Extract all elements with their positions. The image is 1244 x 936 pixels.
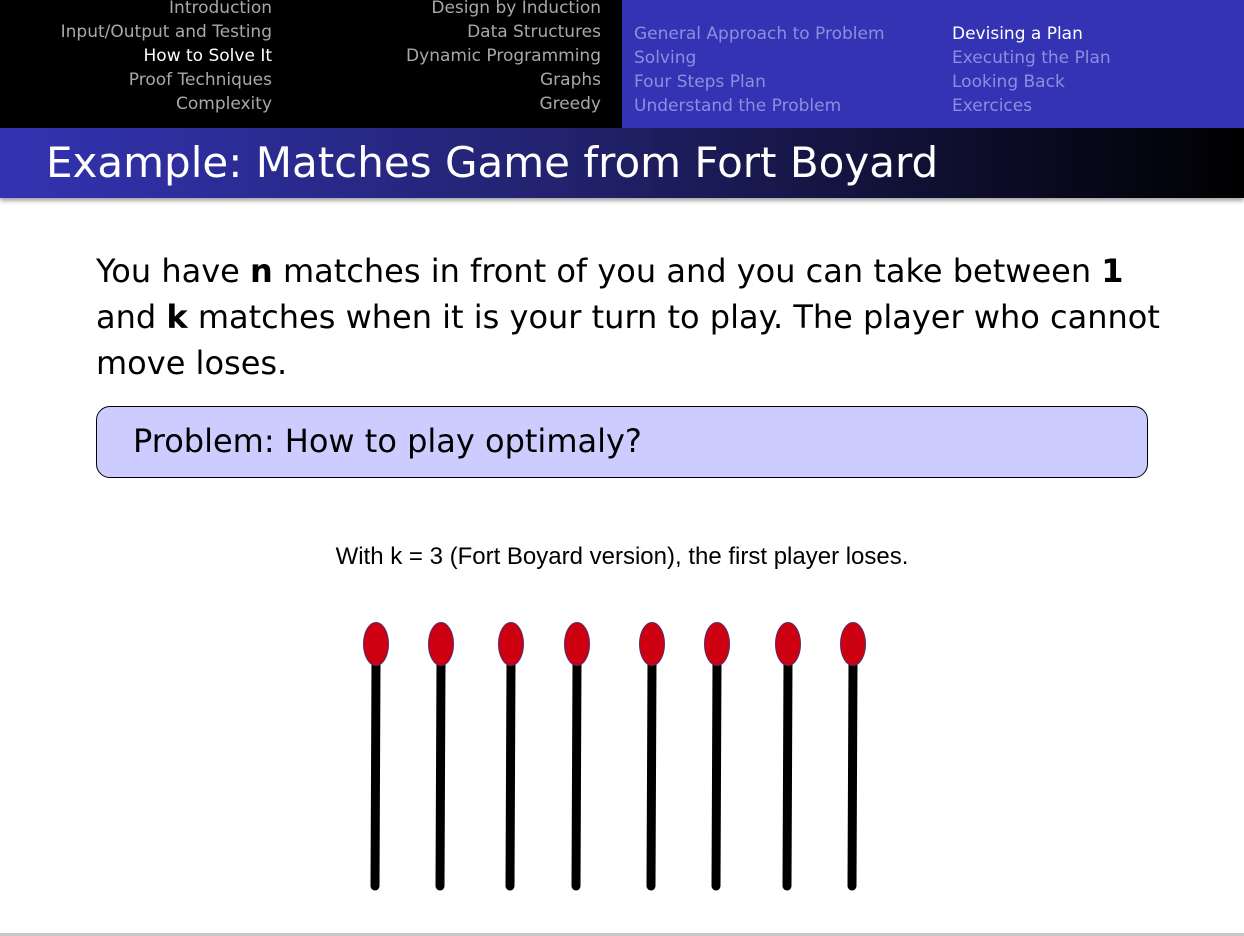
nav-section-proof-techniques[interactable]: Proof Techniques xyxy=(129,68,272,92)
description-text-3: and xyxy=(96,298,167,336)
nav-subsection-general-approach-line1[interactable]: General Approach to Problem xyxy=(634,22,885,46)
frame-title: Example: Matches Game from Fort Boyard xyxy=(46,138,939,187)
match-head xyxy=(498,622,524,666)
nav-section-data-structures[interactable]: Data Structures xyxy=(467,20,601,44)
matches-illustration xyxy=(363,622,866,891)
nav-section-complexity[interactable]: Complexity xyxy=(176,92,272,116)
subsections-column-1: General Approach to Problem Solving Four… xyxy=(634,22,885,118)
frame-title-bar: Example: Matches Game from Fort Boyard xyxy=(0,128,1244,198)
match-stick xyxy=(370,657,381,891)
match xyxy=(775,622,801,891)
problem-description: You have n matches in front of you and y… xyxy=(96,248,1166,386)
nav-subsection-looking-back[interactable]: Looking Back xyxy=(952,70,1065,94)
match-stick xyxy=(646,657,657,891)
match xyxy=(564,622,590,891)
match xyxy=(639,622,665,891)
nav-section-dynamic-programming[interactable]: Dynamic Programming xyxy=(406,44,601,68)
nav-subsection-executing-plan[interactable]: Executing the Plan xyxy=(952,46,1111,70)
nav-subsection-general-approach-line2[interactable]: Solving xyxy=(634,46,696,70)
sections-column-2: Design by Induction Data Structures Dyna… xyxy=(406,0,601,116)
description-text-2: matches in front of you and you can take… xyxy=(272,252,1102,290)
match xyxy=(363,622,389,891)
nav-subsection-four-steps-plan[interactable]: Four Steps Plan xyxy=(634,70,766,94)
problem-statement: Problem: How to play optimaly? xyxy=(133,422,642,460)
match xyxy=(428,622,454,891)
match-stick xyxy=(711,657,722,891)
description-text-1: You have xyxy=(96,252,251,290)
match-head xyxy=(704,622,730,666)
match-stick xyxy=(847,657,858,891)
match-head xyxy=(564,622,590,666)
match-head xyxy=(428,622,454,666)
nav-subsection-understand-problem[interactable]: Understand the Problem xyxy=(634,94,841,118)
problem-block: Problem: How to play optimaly? xyxy=(96,406,1148,478)
nav-section-how-to-solve-it[interactable]: How to Solve It xyxy=(144,44,272,68)
variable-k: k xyxy=(166,298,188,336)
nav-section-input-output-testing[interactable]: Input/Output and Testing xyxy=(61,20,272,44)
match-head xyxy=(840,622,866,666)
nav-subsection-exercices[interactable]: Exercices xyxy=(952,94,1032,118)
match xyxy=(498,622,524,891)
nav-section-introduction[interactable]: Introduction xyxy=(169,0,272,20)
match xyxy=(704,622,730,891)
section-navigation-bar: Introduction Input/Output and Testing Ho… xyxy=(0,0,1244,128)
description-text-4: matches when it is your turn to play. Th… xyxy=(96,298,1160,382)
match-stick xyxy=(435,657,446,891)
nav-section-greedy[interactable]: Greedy xyxy=(539,92,601,116)
match xyxy=(840,622,866,891)
sections-column-1: Introduction Input/Output and Testing Ho… xyxy=(61,0,272,116)
subsections-column-2: Devising a Plan Executing the Plan Looki… xyxy=(952,22,1111,118)
figure-caption: With k = 3 (Fort Boyard version), the fi… xyxy=(335,543,909,570)
match-stick xyxy=(571,657,582,891)
nav-section-graphs[interactable]: Graphs xyxy=(540,68,601,92)
match-head xyxy=(775,622,801,666)
nav-subsection-devising-plan[interactable]: Devising a Plan xyxy=(952,22,1083,46)
match-head xyxy=(363,622,389,666)
nav-section-design-by-induction[interactable]: Design by Induction xyxy=(431,0,601,20)
match-stick xyxy=(782,657,793,891)
variable-n: n xyxy=(250,252,273,290)
match-head xyxy=(639,622,665,666)
number-one: 1 xyxy=(1101,252,1124,290)
match-stick xyxy=(505,657,516,891)
